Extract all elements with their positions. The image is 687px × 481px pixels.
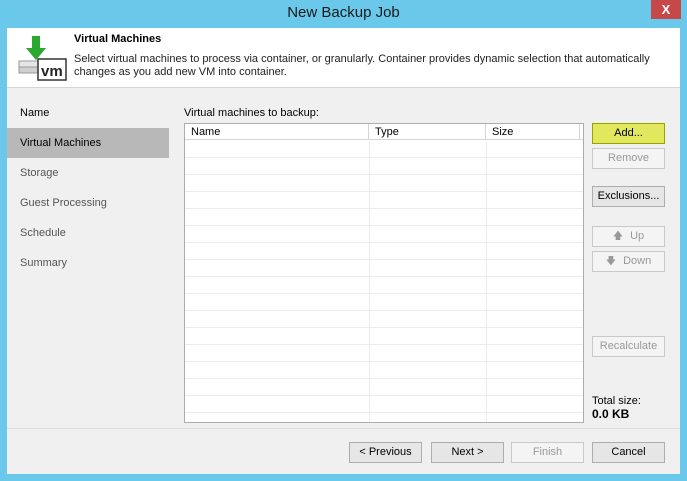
previous-button[interactable]: < Previous bbox=[349, 442, 422, 463]
vm-download-icon: vm bbox=[18, 36, 67, 81]
nav-step-summary[interactable]: Summary bbox=[7, 248, 169, 278]
nav-step-schedule[interactable]: Schedule bbox=[7, 218, 169, 248]
title-bar: New Backup Job X bbox=[0, 0, 687, 28]
total-size-value: 0.0 KB bbox=[592, 407, 630, 421]
vm-list[interactable]: Name Type Size bbox=[184, 123, 584, 423]
down-button-label: Down bbox=[623, 255, 652, 267]
column-divider bbox=[486, 141, 487, 422]
remove-button[interactable]: Remove bbox=[592, 148, 665, 169]
window-title: New Backup Job bbox=[287, 4, 400, 21]
column-header-size[interactable]: Size bbox=[486, 124, 580, 140]
wizard-header: vm Virtual Machines Select virtual machi… bbox=[7, 28, 680, 88]
add-button[interactable]: Add... bbox=[592, 123, 665, 144]
wizard-steps-nav: Name Virtual Machines Storage Guest Proc… bbox=[7, 98, 169, 278]
close-button[interactable]: X bbox=[651, 0, 681, 19]
page-description: Select virtual machines to process via c… bbox=[74, 53, 650, 78]
arrow-up-icon: 🡅 bbox=[612, 231, 624, 242]
nav-step-storage[interactable]: Storage bbox=[7, 158, 169, 188]
page-title: Virtual Machines bbox=[74, 33, 162, 45]
arrow-down-icon: 🡇 bbox=[605, 256, 617, 267]
vm-list-label: Virtual machines to backup: bbox=[184, 107, 319, 119]
exclusions-button[interactable]: Exclusions... bbox=[592, 186, 665, 207]
wizard-window: vm Virtual Machines Select virtual machi… bbox=[7, 28, 680, 474]
recalculate-button[interactable]: Recalculate bbox=[592, 336, 665, 357]
up-button-label: Up bbox=[630, 230, 645, 242]
down-button[interactable]: 🡇 Down bbox=[592, 251, 665, 272]
next-button[interactable]: Next > bbox=[431, 442, 504, 463]
up-button[interactable]: 🡅 Up bbox=[592, 226, 665, 247]
cancel-button[interactable]: Cancel bbox=[592, 442, 665, 463]
total-size-label: Total size: bbox=[592, 395, 641, 407]
nav-step-name[interactable]: Name bbox=[7, 98, 169, 128]
vm-list-header: Name Type Size bbox=[185, 124, 583, 140]
footer-divider bbox=[7, 428, 680, 429]
vm-list-body[interactable] bbox=[185, 141, 583, 422]
column-divider bbox=[369, 141, 370, 422]
nav-step-guest-processing[interactable]: Guest Processing bbox=[7, 188, 169, 218]
finish-button[interactable]: Finish bbox=[511, 442, 584, 463]
column-header-type[interactable]: Type bbox=[369, 124, 486, 140]
column-header-name[interactable]: Name bbox=[185, 124, 369, 140]
nav-step-virtual-machines[interactable]: Virtual Machines bbox=[7, 128, 169, 158]
svg-text:vm: vm bbox=[41, 63, 63, 80]
